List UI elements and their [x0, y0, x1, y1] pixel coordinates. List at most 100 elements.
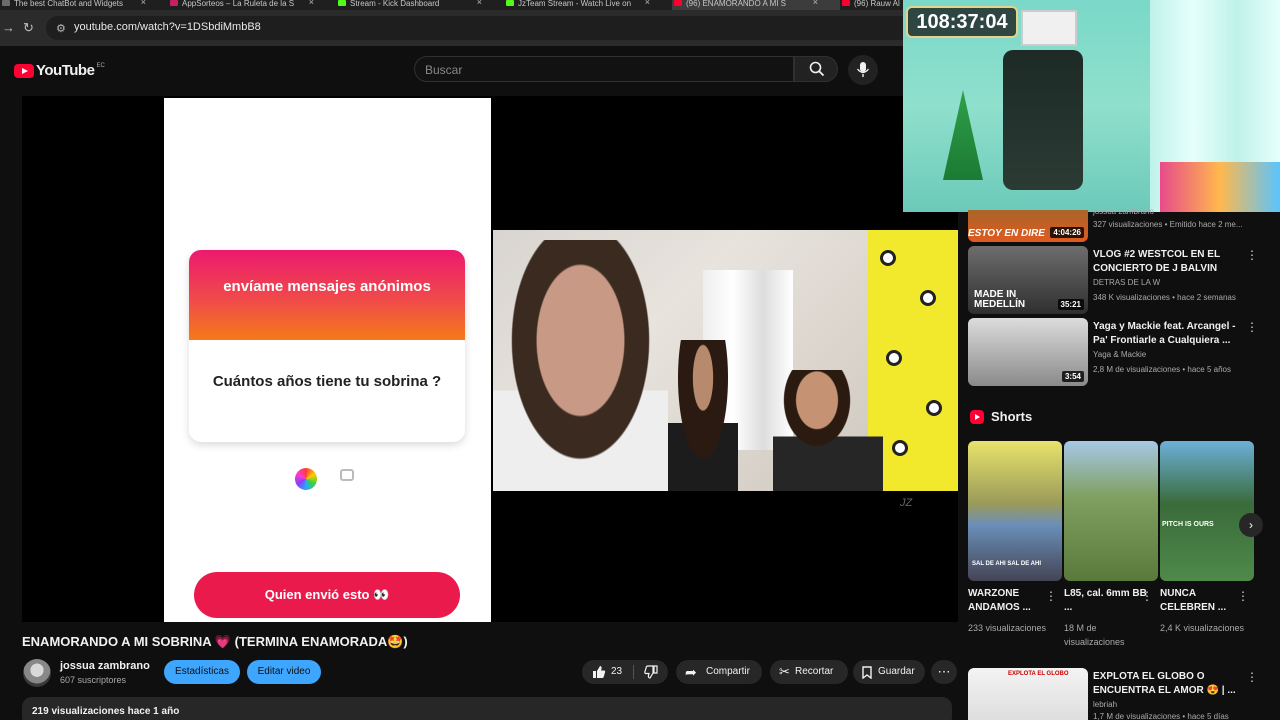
analytics-button[interactable]: Estadísticas: [164, 660, 240, 684]
search-input[interactable]: Buscar: [414, 56, 794, 82]
more-options-icon[interactable]: ⋮: [1141, 589, 1153, 603]
short-title[interactable]: L85, cal. 6mm BB ...: [1064, 587, 1150, 615]
thumbnail-caption: EXPLOTA EL GLOBO: [1008, 671, 1069, 677]
clip-button[interactable]: ✂ Recortar: [770, 660, 848, 684]
camera-icon: [340, 469, 354, 481]
thumbnail-caption: MADE IN MEDELLÍN: [974, 289, 1026, 310]
thumbnail-caption: SAL DE AHI SAL DE AHI: [972, 561, 1042, 567]
mic-icon: [856, 62, 870, 77]
video-thumbnail: ESTOY EN DIRE 4:04:26: [968, 210, 1088, 242]
youtube-logo[interactable]: YouTube EC: [14, 62, 105, 79]
next-shorts-button[interactable]: ›: [1239, 513, 1263, 537]
tab-favicon: [170, 0, 178, 6]
watermark: JZ: [900, 497, 913, 509]
webcam-person: [668, 340, 738, 491]
related-video-item[interactable]: MADE IN MEDELLÍN 35:21 VLOG #2 WESTCOL E…: [968, 246, 1268, 314]
thumbnail-caption: ESTOY EN DIRE: [968, 228, 1045, 239]
ngl-question-card: envíame mensajes anónimos Cuántos años t…: [189, 250, 465, 442]
video-thumbnail: MADE IN MEDELLÍN 35:21: [968, 246, 1088, 314]
duration-badge: 4:04:26: [1050, 227, 1084, 238]
duration-badge: 35:21: [1057, 299, 1084, 310]
video-meta: 1,7 M de visualizaciones • hace 5 días: [1093, 712, 1229, 720]
bookmark-icon: [862, 666, 872, 679]
channel-name[interactable]: jossua zambrano: [60, 660, 150, 672]
shorts-icon: [970, 410, 984, 424]
dislike-button[interactable]: [634, 660, 668, 684]
tab-enamorando[interactable]: (96) ENAMORANDO A MI S ×: [672, 0, 840, 10]
edit-video-button[interactable]: Editar video: [247, 660, 321, 684]
subscriber-count: 607 suscriptores: [60, 675, 127, 685]
url-field[interactable]: ⚙ youtube.com/watch?v=1DSbdiMmbB8: [46, 16, 916, 40]
more-options-icon[interactable]: ⋮: [1045, 589, 1057, 603]
related-video-item[interactable]: 3:54 Yaga y Mackie feat. Arcangel - Pa' …: [968, 318, 1268, 386]
related-video-item[interactable]: EXPLOTA EL GLOBO EXPLOTA EL GLOBO O ENCU…: [968, 668, 1268, 720]
related-video-title: VLOG #2 WESTCOL EN EL CONCIERTO DE J BAL…: [1093, 249, 1220, 274]
related-video-item[interactable]: ESTOY EN DIRE 4:04:26 jossua zambrano 32…: [968, 207, 1268, 242]
tab-jzteam-stream[interactable]: JzTeam Stream - Watch Live on ×: [504, 0, 672, 10]
youtube-play-icon: [14, 63, 34, 78]
url-text: youtube.com/watch?v=1DSbdiMmbB8: [74, 21, 261, 33]
short-thumbnail[interactable]: SAL DE AHI SAL DE AHI: [968, 441, 1062, 581]
channel-name: Yaga & Mackie: [1093, 350, 1147, 359]
webcam-person: [493, 240, 668, 491]
more-options-icon[interactable]: ⋮: [1246, 320, 1258, 334]
close-tab-icon[interactable]: ×: [309, 0, 314, 7]
video-thumbnail: 3:54: [968, 318, 1088, 386]
more-actions-icon[interactable]: ⋯: [931, 660, 957, 684]
overlay-gaming-chair: [1003, 50, 1083, 190]
related-video-title: Yaga y Mackie feat. Arcangel - Pa' Front…: [1093, 321, 1236, 346]
tab-kick-dashboard[interactable]: Stream - Kick Dashboard ×: [336, 0, 504, 10]
search-button[interactable]: [794, 56, 838, 82]
short-thumbnail[interactable]: [1064, 441, 1158, 581]
more-options-icon[interactable]: ⋮: [1246, 670, 1258, 684]
card-header-text: envíame mensajes anónimos: [189, 250, 465, 340]
search-placeholder: Buscar: [425, 63, 463, 77]
save-button[interactable]: Guardar: [853, 660, 925, 684]
overlay-christmas-tree: [943, 90, 983, 180]
tab-favicon: [2, 0, 10, 6]
duration-badge: 3:54: [1061, 371, 1084, 382]
tab-chatbot[interactable]: The best ChatBot and Widgets ×: [0, 0, 168, 10]
like-dislike-group: 23: [582, 660, 668, 684]
related-video-title: EXPLOTA EL GLOBO O ENCUENTRA EL AMOR 😍 |…: [1093, 671, 1236, 696]
webcam-feed: [493, 230, 958, 491]
video-meta: 348 K visualizaciones • hace 2 semanas: [1093, 293, 1236, 302]
reload-icon[interactable]: ↻: [23, 20, 34, 36]
site-info-icon[interactable]: ⚙: [56, 22, 66, 35]
color-dice-icon: [295, 468, 317, 490]
search-icon: [809, 61, 825, 77]
video-title: ENAMORANDO A MI SOBRINA 💗 (TERMINA ENAMO…: [22, 634, 408, 649]
video-meta: 327 visualizaciones • Emitido hace 2 me.…: [1093, 220, 1243, 229]
thumbs-up-icon: [593, 666, 606, 678]
video-player[interactable]: envíame mensajes anónimos Cuántos años t…: [22, 96, 958, 622]
close-tab-icon[interactable]: ×: [645, 0, 650, 7]
like-button[interactable]: 23: [582, 660, 632, 684]
scissors-icon: ✂: [779, 664, 790, 679]
tab-favicon: [338, 0, 346, 6]
close-tab-icon[interactable]: ×: [813, 0, 818, 7]
channel-name: jossua zambrano: [1093, 207, 1154, 216]
short-title[interactable]: NUNCA CELEBREN ...: [1160, 587, 1246, 615]
short-thumbnail[interactable]: PITCH IS OURS: [1160, 441, 1254, 581]
close-tab-icon[interactable]: ×: [477, 0, 482, 7]
tab-favicon: [674, 0, 682, 6]
overlay-air-conditioner: [1021, 10, 1077, 46]
forward-icon[interactable]: →: [2, 20, 15, 35]
tab-favicon: [842, 0, 850, 6]
phone-screen: envíame mensajes anónimos Cuántos años t…: [164, 98, 491, 622]
short-views: 233 visualizaciones: [968, 623, 1047, 633]
video-thumbnail: EXPLOTA EL GLOBO: [968, 668, 1088, 720]
stream-timer: 108:37:04: [906, 6, 1018, 38]
avatar[interactable]: [23, 659, 51, 687]
tab-appsorteos[interactable]: AppSorteos – La Ruleta de la S ×: [168, 0, 336, 10]
voice-search-button[interactable]: [848, 55, 878, 85]
short-views: 18 M de visualizaciones: [1064, 623, 1125, 647]
more-options-icon[interactable]: ⋮: [1246, 248, 1258, 262]
channel-name: lebriah: [1093, 700, 1118, 709]
short-title[interactable]: WARZONE ANDAMOS ...: [968, 587, 1054, 615]
description-box[interactable]: 219 visualizaciones hace 1 año: [22, 697, 952, 720]
close-tab-icon[interactable]: ×: [141, 0, 146, 7]
views-and-date: 219 visualizaciones hace 1 año: [32, 706, 180, 717]
share-button[interactable]: ➦ Compartir: [676, 660, 762, 684]
more-options-icon[interactable]: ⋮: [1237, 589, 1249, 603]
